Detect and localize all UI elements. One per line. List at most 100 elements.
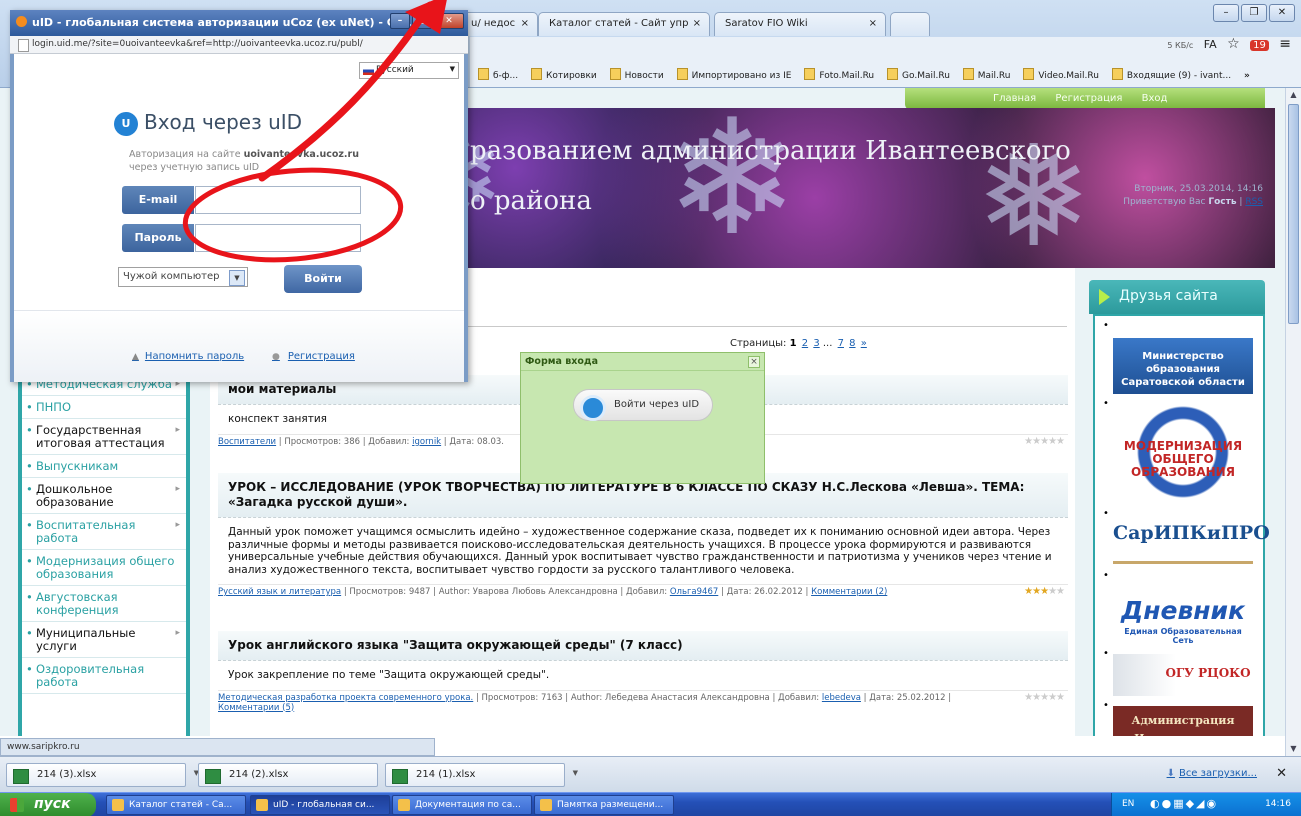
bookmark-item[interactable]: Go.Mail.Ru: [887, 68, 950, 81]
taskbar-item[interactable]: uID - глобальная си...: [250, 795, 390, 815]
menu-login-link[interactable]: Вход: [1142, 93, 1168, 104]
login-via-uid-button[interactable]: Войти через uID: [573, 389, 713, 421]
menu-register-link[interactable]: Регистрация: [1055, 93, 1122, 104]
entry-category-link[interactable]: Методическая разработка проекта современ…: [218, 693, 473, 703]
rating-star-icon[interactable]: ★: [1032, 586, 1041, 597]
rating-star-icon[interactable]: ★: [1024, 692, 1033, 703]
left-menu-item[interactable]: Выпускникам: [22, 455, 186, 478]
left-menu-item[interactable]: Августовская конференция: [22, 586, 186, 622]
maximize-button[interactable]: □: [412, 13, 432, 29]
logo-ministry[interactable]: Министерство образования Саратовской обл…: [1113, 338, 1253, 394]
bookmark-item[interactable]: Входящие (9) - ivant...: [1112, 68, 1231, 81]
rating-star-icon[interactable]: ★: [1056, 586, 1065, 597]
rating-star-icon[interactable]: ★: [1056, 436, 1065, 447]
rating-star-icon[interactable]: ★: [1048, 436, 1057, 447]
rating-star-icon[interactable]: ★: [1040, 692, 1049, 703]
bookmark-item[interactable]: Новости: [610, 68, 664, 81]
left-menu-item[interactable]: Воспитательная работа ▸: [22, 514, 186, 550]
rating-star-icon[interactable]: ★: [1024, 436, 1033, 447]
bookmark-item[interactable]: Котировки: [531, 68, 597, 81]
scroll-thumb[interactable]: [1288, 104, 1299, 324]
login-window-url[interactable]: login.uid.me/?site=0uoivanteevka&ref=htt…: [10, 36, 468, 54]
password-field[interactable]: [195, 224, 361, 252]
page-next-link[interactable]: »: [861, 338, 867, 349]
bookmark-item[interactable]: Импортировано из IE: [677, 68, 792, 81]
scroll-up-icon[interactable]: ▲: [1287, 88, 1300, 102]
tab-saratov-wiki[interactable]: Saratov FIO Wiki ×: [714, 12, 886, 36]
translate-icon[interactable]: FA: [1204, 38, 1217, 51]
bookmark-item[interactable]: Foto.Mail.Ru: [804, 68, 874, 81]
entry-title[interactable]: Урок английского языка "Защита окружающе…: [218, 631, 1068, 661]
download-item[interactable]: 214 (2).xlsx: [198, 763, 391, 787]
tab-close-icon[interactable]: ×: [869, 18, 877, 29]
download-item[interactable]: 214 (3).xlsx: [6, 763, 199, 787]
tab-close-icon[interactable]: ×: [521, 18, 529, 29]
start-button[interactable]: пуск: [0, 793, 96, 816]
tab-close-icon[interactable]: ×: [693, 18, 701, 29]
rating-star-icon[interactable]: ★: [1032, 692, 1041, 703]
rating-star-icon[interactable]: ★: [1040, 436, 1049, 447]
menu-home-link[interactable]: Главная: [993, 93, 1036, 104]
language-select[interactable]: Русский: [359, 62, 459, 79]
logo-dnevnik[interactable]: Дневник Единая Образовательная Сеть: [1113, 576, 1253, 646]
page-link[interactable]: 7: [838, 338, 844, 349]
taskbar-item[interactable]: Документация по са...: [392, 795, 532, 815]
taskbar-item[interactable]: Памятка размещени...: [534, 795, 674, 815]
tab-katalog-statey[interactable]: Каталог статей - Сайт упр ×: [538, 12, 710, 36]
minimize-button[interactable]: –: [390, 13, 410, 29]
popup-close-icon[interactable]: ×: [748, 356, 760, 368]
rss-link[interactable]: RSS: [1245, 197, 1263, 207]
entry-added-user-link[interactable]: Ольга9467: [670, 587, 718, 597]
minimize-button[interactable]: –: [1213, 4, 1239, 22]
entry-added-user-link[interactable]: lebedeva: [822, 693, 861, 703]
bookmark-item[interactable]: Mail.Ru: [963, 68, 1011, 81]
entry-category-link[interactable]: Воспитатели: [218, 437, 276, 447]
close-window-button[interactable]: ✕: [1269, 4, 1295, 22]
logo-saripkipro[interactable]: СарИПКиПРО: [1113, 516, 1270, 564]
register-link[interactable]: Регистрация: [272, 351, 355, 362]
login-button[interactable]: Войти: [284, 265, 362, 293]
rating-star-icon[interactable]: ★: [1024, 586, 1033, 597]
bookmark-item[interactable]: Video.Mail.Ru: [1023, 68, 1099, 81]
left-menu-item[interactable]: Государственная итоговая аттестация ▸: [22, 419, 186, 455]
logo-modernization[interactable]: МОДЕРНИЗАЦИЯ ОБЩЕГО ОБРАЗОВАНИЯ: [1113, 402, 1253, 502]
left-menu-item[interactable]: Муниципальные услуги ▸: [22, 622, 186, 658]
page-scrollbar[interactable]: ▲ ▼: [1285, 88, 1301, 756]
bookmarks-more-icon[interactable]: »: [1244, 71, 1250, 81]
taskbar-item[interactable]: Каталог статей - Са...: [106, 795, 246, 815]
left-menu-item[interactable]: Оздоровительная работа: [22, 658, 186, 694]
bookmark-star-icon[interactable]: ☆: [1227, 36, 1240, 52]
rating-star-icon[interactable]: ★: [1048, 692, 1057, 703]
left-menu-item[interactable]: Модернизация общего образования: [22, 550, 186, 586]
new-tab-button[interactable]: [890, 12, 930, 36]
all-downloads-link[interactable]: Все загрузки...: [1167, 768, 1257, 779]
left-menu-item[interactable]: ПНПО: [22, 396, 186, 419]
logo-rcoko[interactable]: ОГУ РЦОКО: [1113, 654, 1253, 696]
remind-password-link[interactable]: Напомнить пароль: [132, 351, 244, 362]
menu-icon[interactable]: ≡: [1279, 36, 1291, 52]
language-indicator[interactable]: EN: [1122, 799, 1134, 809]
page-link[interactable]: 3: [813, 338, 819, 349]
bookmark-item[interactable]: б-ф...: [478, 68, 518, 81]
tab-udostoverenie[interactable]: u/ недос ×: [460, 12, 538, 36]
rating-star-icon[interactable]: ★: [1048, 586, 1057, 597]
rating-star-icon[interactable]: ★: [1056, 692, 1065, 703]
entry-comments-link[interactable]: Комментарии (2): [811, 587, 887, 597]
scroll-down-icon[interactable]: ▼: [1287, 742, 1300, 756]
rating-star-icon[interactable]: ★: [1032, 436, 1041, 447]
logo-administration[interactable]: Администрация Ивантеевского муниципально…: [1113, 706, 1253, 736]
email-field[interactable]: [195, 186, 361, 214]
notification-badge-icon[interactable]: 19: [1250, 40, 1269, 51]
tray-icons[interactable]: ◐●▦◆◢◉: [1150, 797, 1218, 810]
close-downloads-icon[interactable]: ✕: [1276, 766, 1287, 781]
maximize-button[interactable]: ❐: [1241, 4, 1267, 22]
page-link[interactable]: 8: [849, 338, 855, 349]
entry-added-user-link[interactable]: igornik: [412, 437, 441, 447]
page-link[interactable]: 2: [802, 338, 808, 349]
computer-type-select[interactable]: Чужой компьютер: [118, 267, 248, 287]
entry-category-link[interactable]: Русский язык и литература: [218, 587, 341, 597]
left-menu-item[interactable]: Дошкольное образование ▸: [22, 478, 186, 514]
close-button[interactable]: ✕: [434, 13, 464, 29]
rating-star-icon[interactable]: ★: [1040, 586, 1049, 597]
entry-comments-link[interactable]: Комментарии (5): [218, 703, 294, 713]
